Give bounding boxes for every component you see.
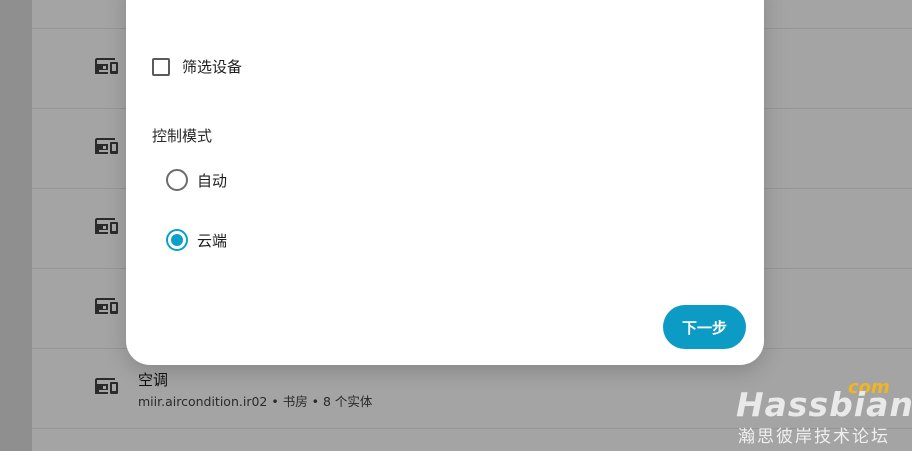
devices-icon <box>94 134 118 158</box>
watermark-title: Hassbian <box>736 385 912 424</box>
filter-devices-option[interactable]: 筛选设备 <box>152 56 242 77</box>
devices-icon <box>94 294 118 318</box>
auto-radio[interactable] <box>166 169 188 191</box>
auto-radio-label: 自动 <box>197 171 228 190</box>
watermark-logo: com Hassbian 瀚思彼岸技术论坛 <box>736 377 912 447</box>
cloud-radio-label: 云端 <box>197 231 228 250</box>
control-mode-option-cloud[interactable]: 云端 <box>166 229 227 251</box>
config-dialog: 筛选设备 控制模式 自动 云端 下一步 <box>126 0 764 365</box>
filter-devices-checkbox[interactable] <box>152 57 170 76</box>
cloud-radio[interactable] <box>166 229 188 251</box>
devices-icon <box>94 54 118 78</box>
control-mode-option-auto[interactable]: 自动 <box>166 169 227 191</box>
filter-devices-label: 筛选设备 <box>182 58 243 76</box>
device-name: 空调 <box>138 371 169 389</box>
device-details: miir.aircondition.ir02 • 书房 • 8 个实体 <box>138 394 373 409</box>
next-button[interactable]: 下一步 <box>663 305 746 349</box>
devices-icon <box>94 374 118 398</box>
devices-icon <box>94 214 118 238</box>
control-mode-label: 控制模式 <box>152 127 213 145</box>
watermark-subtitle: 瀚思彼岸技术论坛 <box>738 427 890 447</box>
